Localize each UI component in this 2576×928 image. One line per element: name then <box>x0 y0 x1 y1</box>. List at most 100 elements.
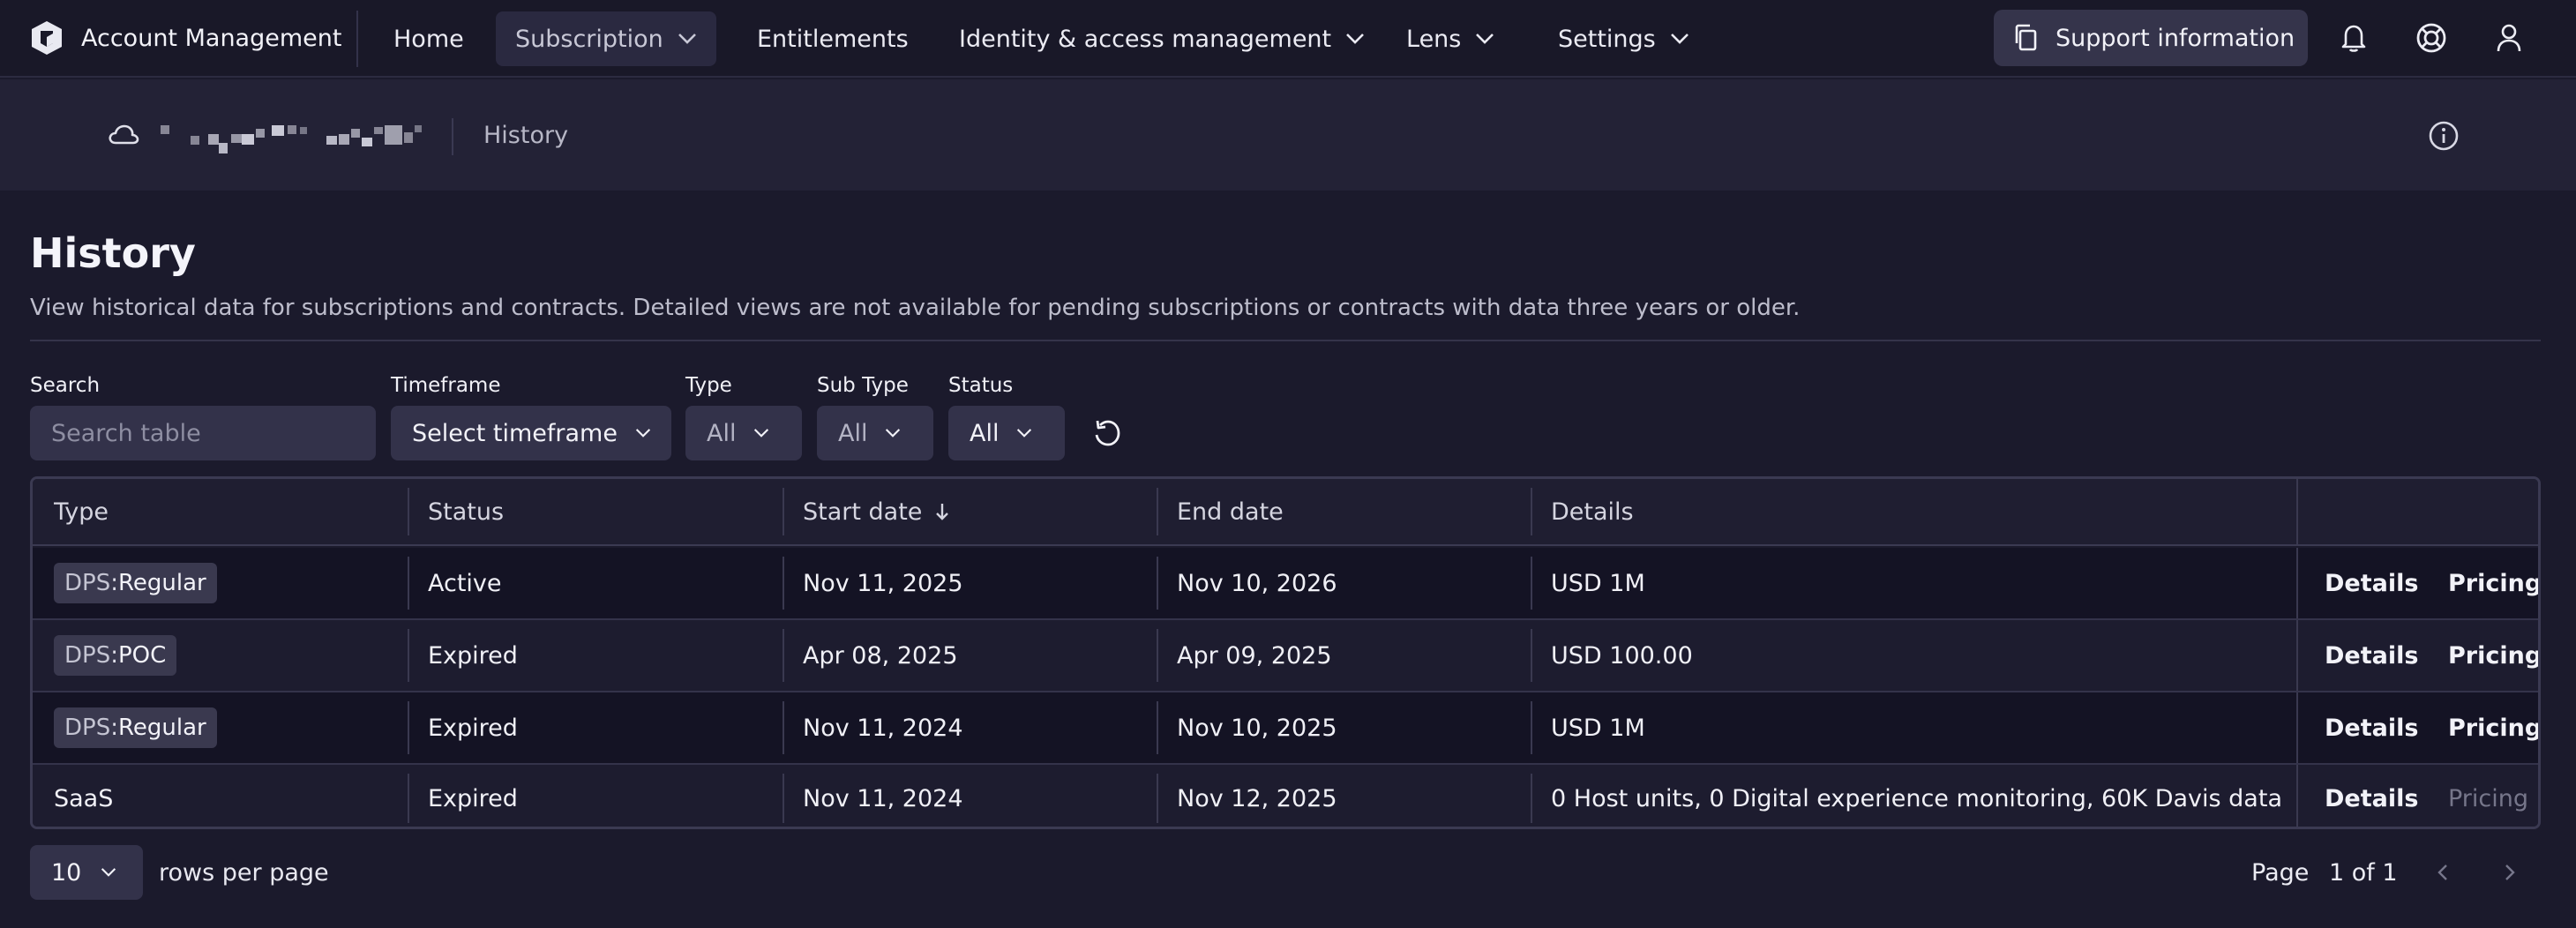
nav-item-label: Home <box>393 25 464 53</box>
type-select[interactable]: All <box>685 406 802 460</box>
status-cell: Active <box>428 569 502 597</box>
support-information-button[interactable]: Support information <box>1994 10 2308 66</box>
header-divider <box>30 340 2541 341</box>
table-row: DPS: Regular Active Nov 11, 2025 Nov 10, … <box>33 548 2538 620</box>
details-button[interactable]: Details <box>2325 548 2418 618</box>
actions-cell: Details Pricing <box>2296 692 2538 763</box>
app-logo-icon <box>32 21 62 55</box>
nav-item-entitlements[interactable]: Entitlements <box>738 11 928 66</box>
copy-icon <box>2015 24 2037 51</box>
status-cell: Expired <box>428 714 518 742</box>
history-table: Type Status Start date End date Details … <box>30 476 2541 829</box>
details-button[interactable]: Details <box>2325 620 2418 691</box>
nav-item-subscription[interactable]: Subscription <box>496 11 716 66</box>
subtype-value: All <box>838 419 868 447</box>
search-input[interactable] <box>30 406 376 460</box>
type-cell: DPS: POC <box>54 620 177 691</box>
nav-item-label: Identity & access management <box>959 25 1332 53</box>
search-label: Search <box>30 374 101 397</box>
user-menu-button[interactable] <box>2491 19 2527 56</box>
chevron-left-icon <box>2437 864 2447 880</box>
pricing-button[interactable]: Pricing <box>2448 548 2538 618</box>
pricing-button[interactable]: Pricing <box>2448 620 2538 691</box>
actions-cell: Details Pricing <box>2296 620 2538 691</box>
chevron-down-icon <box>678 34 696 44</box>
chevron-down-icon <box>1670 34 1689 44</box>
nav-item-label: Entitlements <box>757 25 909 53</box>
actions-cell: Details Pricing <box>2296 548 2538 618</box>
chevron-down-icon <box>101 868 116 877</box>
rows-per-page-value: 10 <box>51 858 82 887</box>
status-label: Status <box>948 374 1014 397</box>
nav-item-label: Subscription <box>515 25 663 53</box>
next-page-button[interactable] <box>2497 857 2523 887</box>
cloud-icon <box>109 124 139 145</box>
user-icon <box>2497 24 2521 52</box>
chevron-down-icon <box>1346 34 1365 44</box>
column-header-details[interactable]: Details <box>1551 479 1634 544</box>
start-date-cell: Nov 11, 2025 <box>803 569 963 597</box>
chevron-down-icon <box>1476 34 1494 44</box>
top-navigation: Account Management Home Subscription Ent… <box>0 0 2576 78</box>
timeframe-label: Timeframe <box>391 374 501 397</box>
breadcrumb-separator <box>452 118 453 155</box>
details-cell: USD 100.00 <box>1551 641 1693 670</box>
previous-page-button[interactable] <box>2430 857 2456 887</box>
chevron-down-icon <box>1017 429 1032 438</box>
type-cell: SaaS <box>54 784 114 812</box>
type-value: All <box>707 419 737 447</box>
nav-item-home[interactable]: Home <box>374 11 483 66</box>
timeframe-select[interactable]: Select timeframe <box>391 406 671 460</box>
table-row: DPS: Regular Expired Nov 11, 2024 Nov 10,… <box>33 692 2538 765</box>
type-label: Type <box>685 374 732 397</box>
page-indicator: Page 1 of 1 <box>2251 859 2398 887</box>
column-header-end-date[interactable]: End date <box>1177 479 1284 544</box>
brand[interactable]: Account Management <box>28 18 341 58</box>
start-date-cell: Nov 11, 2024 <box>803 714 963 742</box>
type-cell: DPS: Regular <box>54 548 217 618</box>
actions-cell: Details Pricing <box>2296 765 2538 827</box>
page-value: 1 of 1 <box>2328 859 2398 887</box>
chevron-down-icon <box>886 429 901 438</box>
page-label: Page <box>2251 859 2310 887</box>
table-row: SaaS Expired Nov 11, 2024 Nov 12, 2025 0… <box>33 765 2538 827</box>
subtype-label: Sub Type <box>817 374 909 397</box>
column-header-status[interactable]: Status <box>428 479 504 544</box>
help-button[interactable] <box>2414 19 2449 56</box>
rows-per-page-select[interactable]: 10 <box>30 845 143 900</box>
end-date-cell: Apr 09, 2025 <box>1177 641 1332 670</box>
nav-item-settings[interactable]: Settings <box>1539 11 1709 66</box>
sort-arrow-down-icon <box>936 504 949 520</box>
column-header-label: Start date <box>803 498 923 526</box>
app-title: Account Management <box>81 24 342 52</box>
support-information-label: Support information <box>2056 24 2295 52</box>
bell-icon <box>2341 25 2366 52</box>
notifications-button[interactable] <box>2336 19 2371 56</box>
page-description: View historical data for subscriptions a… <box>30 295 1801 321</box>
chevron-right-icon <box>2505 864 2515 880</box>
pricing-button[interactable]: Pricing <box>2448 692 2538 763</box>
subtype-select[interactable]: All <box>817 406 933 460</box>
details-button[interactable]: Details <box>2325 765 2418 827</box>
lifebuoy-icon <box>2416 23 2446 53</box>
column-header-type[interactable]: Type <box>54 479 109 544</box>
column-header-actions <box>2296 479 2538 544</box>
status-select[interactable]: All <box>948 406 1065 460</box>
column-header-start-date[interactable]: Start date <box>803 479 950 544</box>
details-button[interactable]: Details <box>2325 692 2418 763</box>
end-date-cell: Nov 12, 2025 <box>1177 784 1337 812</box>
details-cell: USD 1M <box>1551 714 1645 742</box>
chevron-down-icon <box>635 429 651 438</box>
table-row: DPS: POC Expired Apr 08, 2025 Apr 09, 202… <box>33 620 2538 692</box>
nav-item-identity-access-management[interactable]: Identity & access management <box>940 11 1384 66</box>
chevron-down-icon <box>754 429 769 438</box>
reset-icon[interactable] <box>1092 418 1122 448</box>
type-tag: DPS: POC <box>54 635 177 676</box>
start-date-cell: Nov 11, 2024 <box>803 784 963 812</box>
nav-item-label: Settings <box>1558 25 1656 53</box>
details-cell: USD 1M <box>1551 569 1645 597</box>
info-icon[interactable] <box>2428 120 2460 152</box>
nav-item-lens[interactable]: Lens <box>1387 11 1514 66</box>
rows-per-page-label: rows per page <box>159 859 329 887</box>
details-cell: 0 Host units, 0 Digital experience monit… <box>1551 784 2283 812</box>
